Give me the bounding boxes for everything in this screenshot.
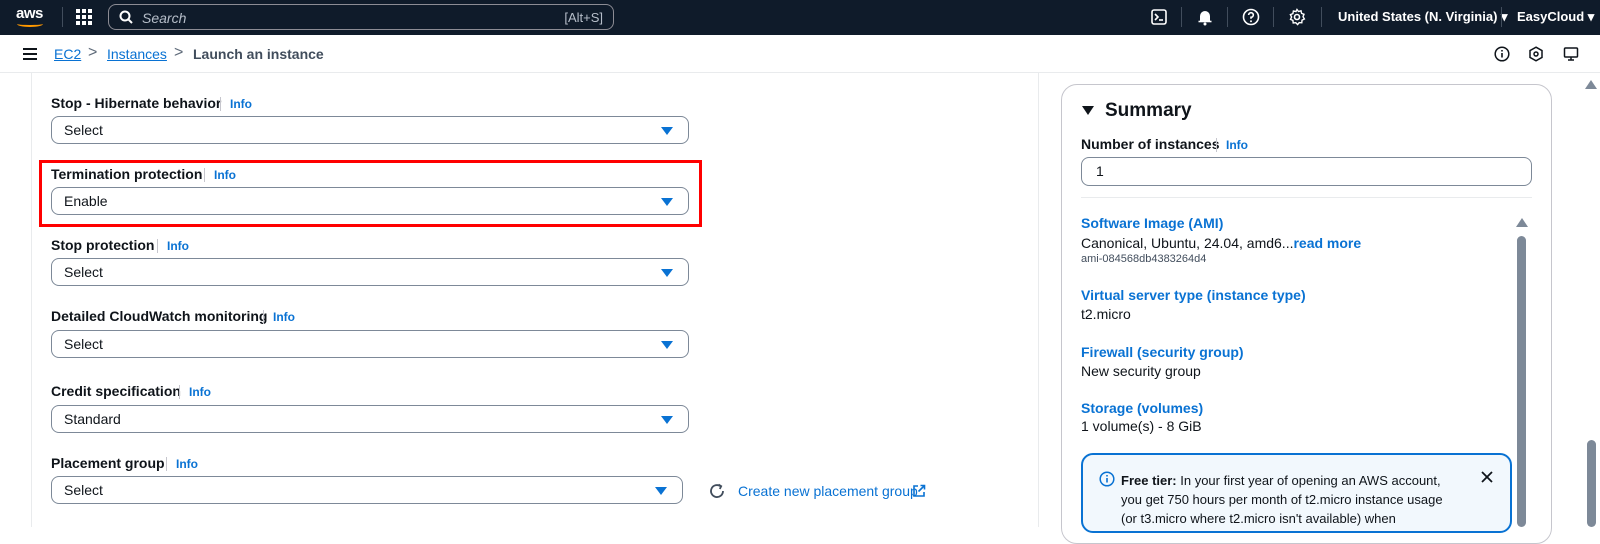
nav-divider	[1227, 7, 1228, 27]
breadcrumb-ec2[interactable]: EC2	[54, 46, 81, 62]
close-icon[interactable]	[1479, 469, 1495, 485]
instance-type-value: t2.micro	[1081, 306, 1131, 322]
number-of-instances-label: Number of instances	[1081, 136, 1220, 152]
stop-protection-label: Stop protection	[51, 237, 155, 253]
number-of-instances-value: 1	[1096, 163, 1104, 179]
cloudwatch-monitoring-label: Detailed CloudWatch monitoring	[51, 308, 268, 324]
ami-description: Canonical, Ubuntu, 24.04, amd6...read mo…	[1081, 235, 1361, 251]
info-icon	[1099, 471, 1115, 487]
firewall-link[interactable]: Firewall (security group)	[1081, 344, 1244, 360]
settings-gear-icon[interactable]	[1288, 8, 1306, 26]
stop-protection-info-link[interactable]: Info	[157, 239, 189, 253]
help-icon[interactable]	[1242, 8, 1260, 26]
refresh-icon[interactable]	[708, 482, 726, 500]
external-link-icon	[913, 484, 926, 497]
termination-protection-label: Termination protection	[51, 166, 203, 182]
aws-smile-icon	[17, 21, 43, 27]
free-tier-bold: Free tier:	[1121, 473, 1177, 488]
caret-down-icon	[661, 127, 673, 135]
read-more-link[interactable]: read more	[1293, 235, 1361, 251]
breadcrumb-separator: >	[88, 44, 98, 61]
nav-divider	[1273, 7, 1274, 27]
placement-group-select[interactable]: Select	[51, 476, 683, 504]
search-icon	[119, 10, 133, 24]
stop-hibernate-select[interactable]: Select	[51, 116, 689, 144]
cloudshell-icon[interactable]	[1150, 8, 1168, 26]
top-navigation: aws Search [Alt+S] United States (N. Vir…	[0, 0, 1600, 35]
firewall-value: New security group	[1081, 363, 1201, 379]
region-selector[interactable]: United States (N. Virginia) ▾	[1338, 9, 1508, 25]
summary-title: Summary	[1105, 100, 1192, 121]
search-placeholder: Search	[142, 10, 187, 26]
aws-logo[interactable]: aws	[16, 5, 46, 29]
inner-scrollbar[interactable]	[1517, 236, 1526, 527]
select-value: Select	[64, 264, 103, 280]
search-shortcut: [Alt+S]	[564, 10, 603, 25]
divider	[1081, 197, 1532, 198]
number-of-instances-info-link[interactable]: Info	[1216, 138, 1248, 152]
free-tier-text: Free tier: In your first year of opening…	[1121, 471, 1451, 528]
caret-down-icon	[655, 487, 667, 495]
credit-specification-label: Credit specification	[51, 383, 181, 399]
search-input[interactable]: Search [Alt+S]	[108, 4, 614, 30]
select-value: Enable	[64, 193, 108, 209]
select-value: Select	[64, 482, 103, 498]
stop-hibernate-info-link[interactable]: Info	[220, 97, 252, 111]
select-value: Standard	[64, 411, 121, 427]
cloudwatch-monitoring-info-link[interactable]: Info	[263, 310, 295, 324]
breadcrumb-bar: EC2 > Instances > Launch an instance	[0, 35, 1600, 73]
create-placement-group-link[interactable]: Create new placement group	[738, 483, 918, 499]
caret-down-icon	[661, 269, 673, 277]
breadcrumb-instances[interactable]: Instances	[107, 46, 167, 62]
storage-link[interactable]: Storage (volumes)	[1081, 400, 1203, 416]
caret-down-icon	[661, 416, 673, 424]
stop-protection-select[interactable]: Select	[51, 258, 689, 286]
credit-specification-info-link[interactable]: Info	[179, 385, 211, 399]
feedback-hexagon-icon[interactable]	[1528, 46, 1544, 62]
storage-value: 1 volume(s) - 8 GiB	[1081, 418, 1202, 434]
instance-type-link[interactable]: Virtual server type (instance type)	[1081, 287, 1306, 303]
page-scroll-up-icon[interactable]	[1585, 80, 1597, 89]
nav-divider	[62, 7, 63, 27]
free-tier-alert: Free tier: In your first year of opening…	[1081, 453, 1512, 533]
nav-divider	[1321, 7, 1322, 27]
aws-logo-text: aws	[16, 5, 43, 22]
breadcrumb-separator: >	[174, 44, 184, 61]
inner-scroll-up-icon[interactable]	[1516, 218, 1528, 227]
page-scrollbar[interactable]	[1587, 440, 1596, 527]
number-of-instances-input[interactable]: 1	[1081, 157, 1532, 186]
placement-group-info-link[interactable]: Info	[166, 457, 198, 471]
credit-specification-select[interactable]: Standard	[51, 405, 689, 433]
ami-id: ami-084568db4383264d4	[1081, 253, 1207, 265]
menu-hamburger-icon[interactable]	[23, 48, 37, 60]
nav-divider	[1501, 7, 1502, 27]
services-grid-icon[interactable]	[76, 9, 92, 25]
collapse-caret-icon[interactable]	[1082, 106, 1094, 115]
display-preferences-icon[interactable]	[1563, 46, 1579, 62]
info-circle-icon[interactable]	[1494, 46, 1510, 62]
select-value: Select	[64, 122, 103, 138]
cloudwatch-monitoring-select[interactable]: Select	[51, 330, 689, 358]
nav-divider	[1181, 7, 1182, 27]
ami-link[interactable]: Software Image (AMI)	[1081, 215, 1223, 231]
breadcrumb-current: Launch an instance	[193, 46, 324, 62]
termination-protection-info-link[interactable]: Info	[204, 168, 236, 182]
caret-down-icon	[661, 341, 673, 349]
notifications-bell-icon[interactable]	[1196, 8, 1214, 26]
ami-text: Canonical, Ubuntu, 24.04, amd6...	[1081, 235, 1294, 251]
caret-down-icon	[661, 198, 673, 206]
select-value: Select	[64, 336, 103, 352]
stop-hibernate-label: Stop - Hibernate behavior	[51, 95, 222, 111]
termination-protection-select[interactable]: Enable	[51, 187, 689, 215]
placement-group-label: Placement group	[51, 455, 165, 471]
account-menu[interactable]: EasyCloud ▾	[1517, 9, 1594, 25]
